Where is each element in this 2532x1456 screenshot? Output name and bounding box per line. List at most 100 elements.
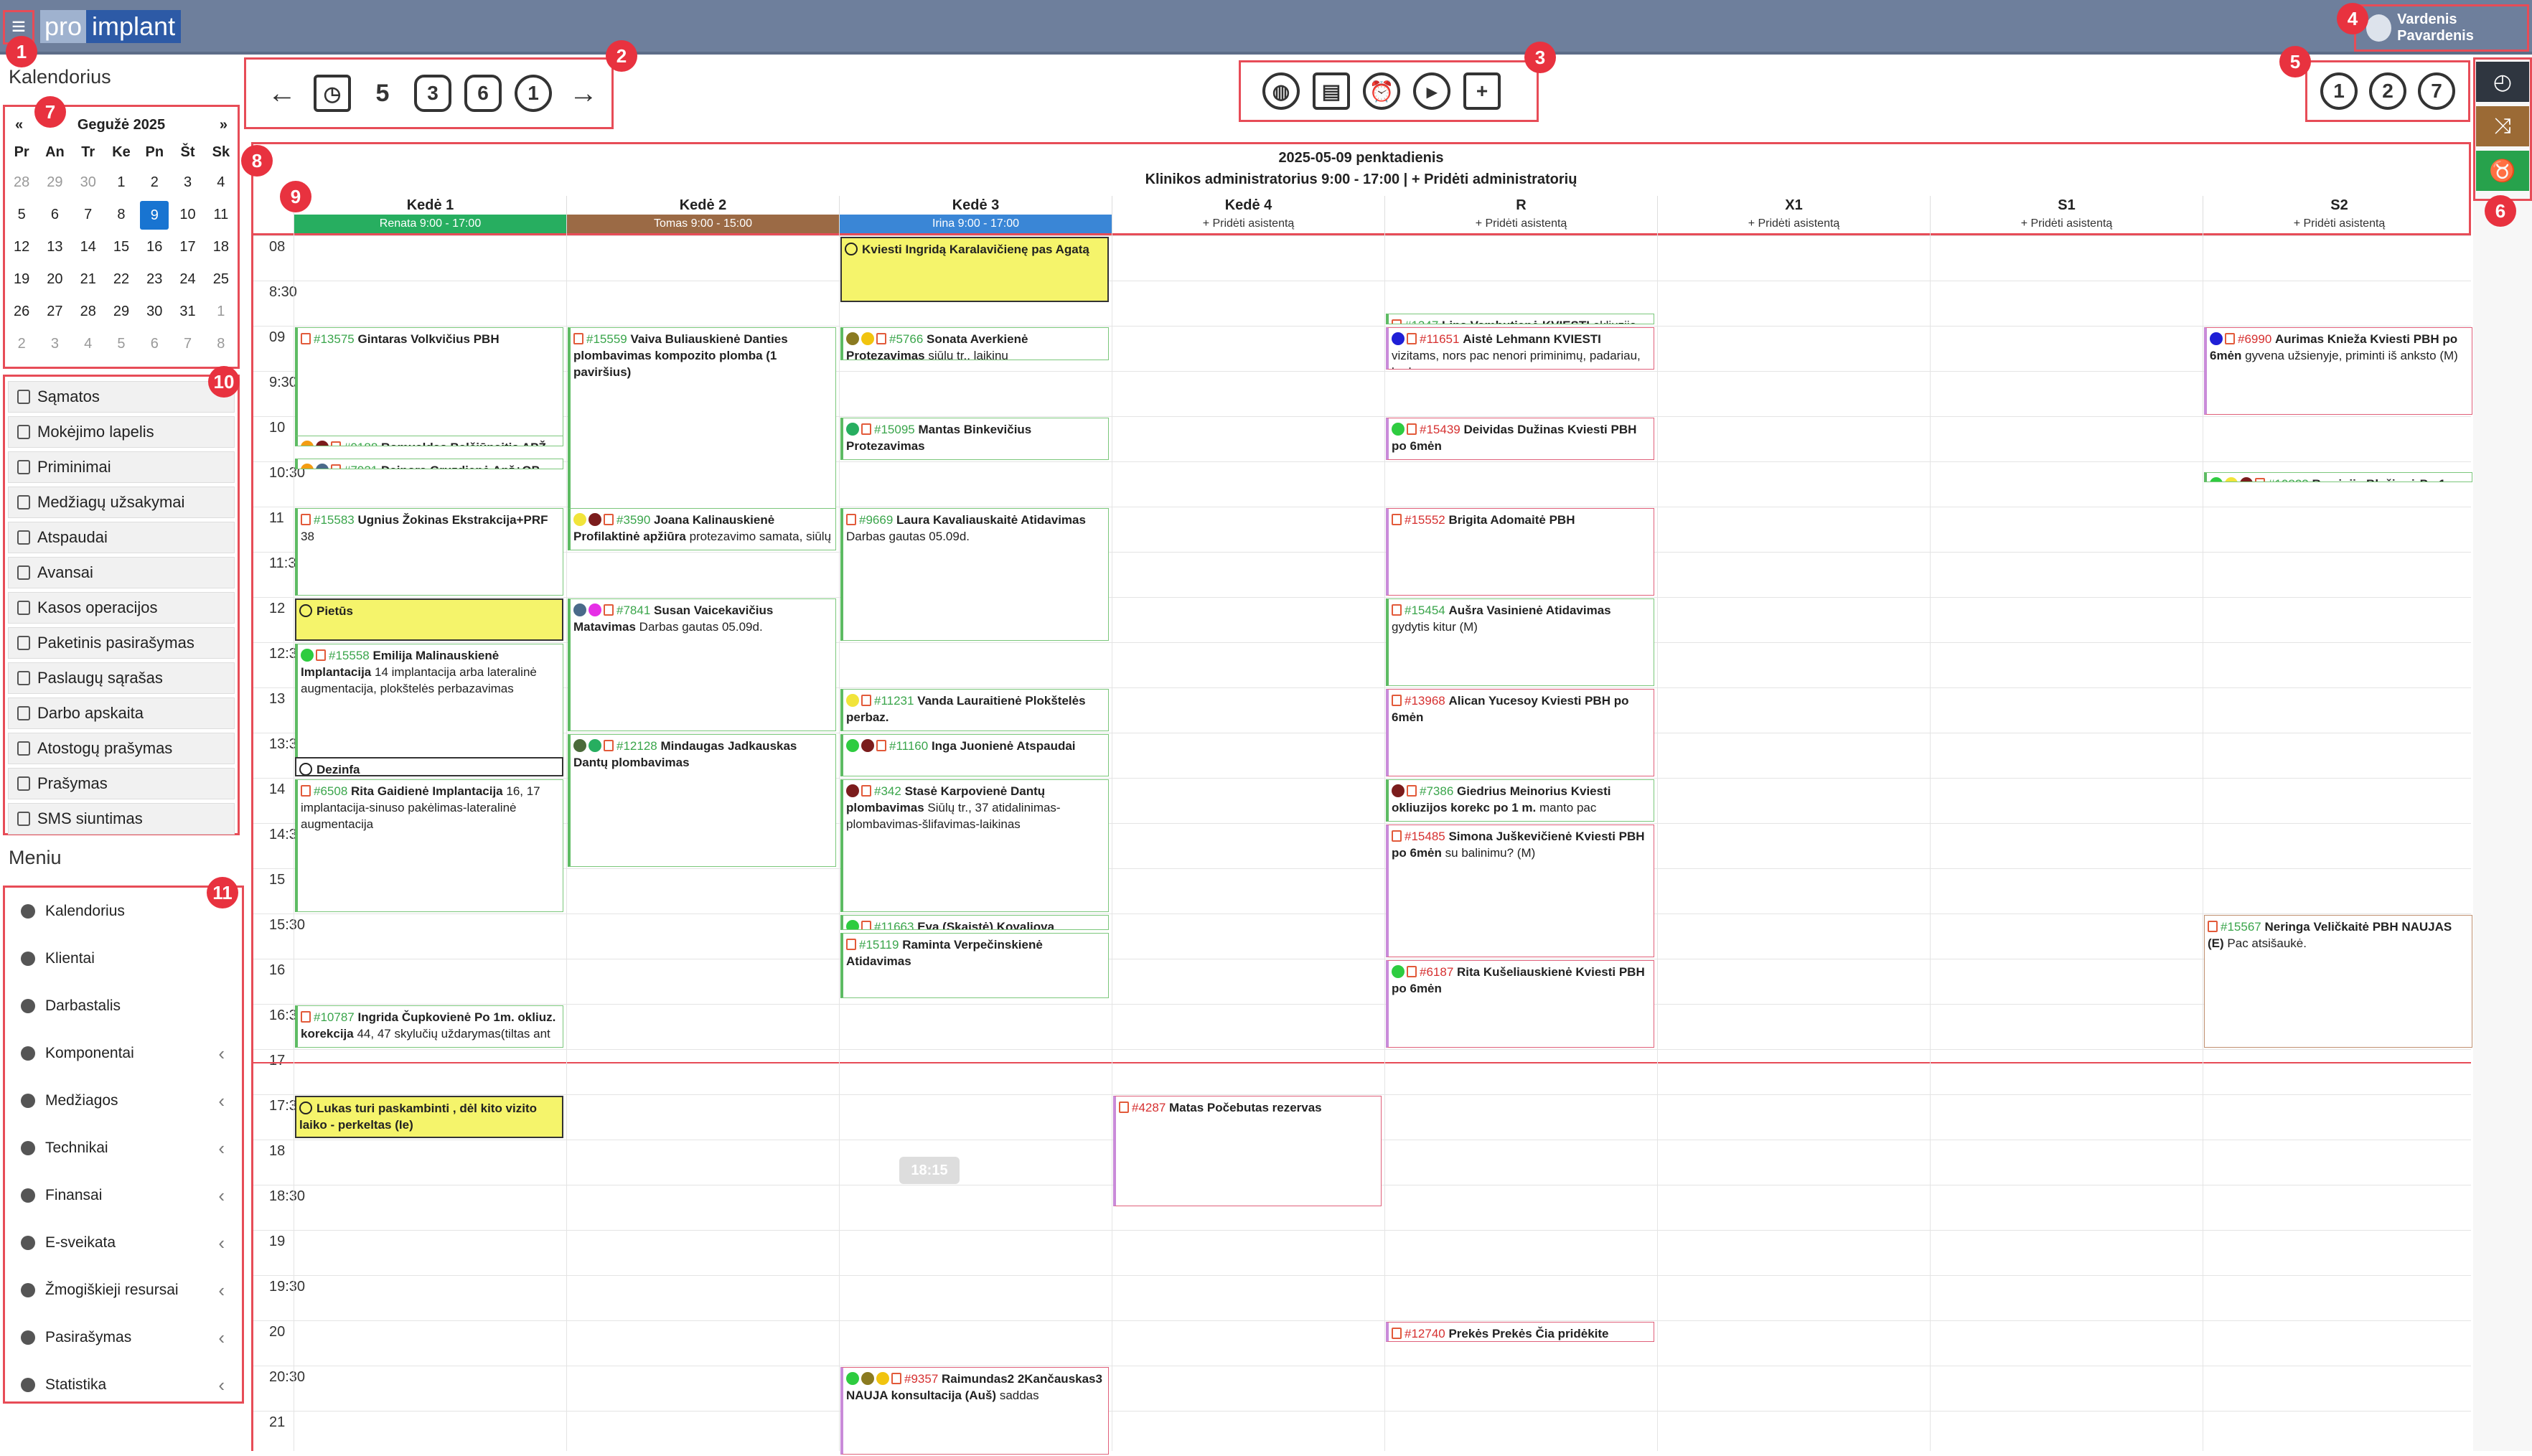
calendar-day[interactable]: 10 [171, 199, 204, 231]
appointment[interactable]: #15439 Deividas Dužinas Kviesti PBH po 6… [1386, 418, 1654, 460]
calendar-day[interactable]: 19 [5, 263, 38, 296]
appointment[interactable]: #15559 Vaiva Buliauskienė Danties plomba… [568, 327, 836, 524]
calendar-day[interactable]: 21 [72, 263, 105, 296]
menu-item[interactable]: Finansai ‹ [5, 1172, 242, 1219]
appointment[interactable]: #4287 Matas Počebutas rezervas [1113, 1096, 1382, 1206]
view-7-button[interactable]: 7 [2418, 72, 2455, 110]
appointment[interactable]: #9669 Laura Kavaliauskaitė Atidavimas Da… [840, 508, 1109, 641]
appointment-id[interactable]: #11231 [874, 694, 914, 708]
tooth-icon[interactable]: ♉ [2476, 151, 2529, 191]
appointment[interactable]: #1347 Lina Vambutienė KVIESTI okliuzija … [1386, 314, 1654, 324]
calendar-day[interactable]: 24 [171, 263, 204, 296]
clock-icon[interactable]: ◷ [314, 75, 351, 112]
appointment[interactable]: #342 Stasė Karpovienė Dantų plombavimas … [840, 779, 1109, 912]
appointment-id[interactable]: #11663 [874, 920, 914, 929]
appointment[interactable]: #5766 Sonata Averkienė Protezavimas siūl… [840, 327, 1109, 361]
clipboard-add-icon[interactable]: + [1463, 72, 1501, 110]
calendar-day[interactable]: 8 [205, 328, 238, 360]
days-5-button[interactable]: 5 [364, 75, 401, 112]
menu-item[interactable]: Komponentai ‹ [5, 1030, 242, 1077]
appointment[interactable]: #12740 Prekės Prekės Čia pridėkite [1386, 1322, 1654, 1342]
appointment[interactable]: #15552 Brigita Adomaitė PBH [1386, 508, 1654, 596]
calendar-day[interactable]: 11 [205, 199, 238, 231]
days-1-button[interactable]: 1 [515, 75, 552, 112]
calendar-day[interactable]: 9 [138, 199, 171, 231]
calendar-day[interactable]: 3 [38, 328, 71, 360]
appointment-id[interactable]: #15119 [859, 938, 899, 952]
appointment[interactable]: Dezinfa [295, 756, 563, 776]
calendar-day[interactable]: 6 [138, 328, 171, 360]
calendar-day[interactable]: 5 [5, 199, 38, 231]
calendar-day[interactable]: 28 [5, 166, 38, 199]
column-assistant[interactable]: + Pridėti asistentą [1385, 215, 1657, 233]
calendar-day[interactable]: 29 [105, 296, 138, 328]
quick-item[interactable]: Prašymas [8, 768, 235, 799]
calendar-day[interactable]: 7 [72, 199, 105, 231]
calendar-day[interactable]: 6 [38, 199, 71, 231]
quick-item[interactable]: SMS siuntimas [8, 803, 235, 835]
appointment[interactable]: #7841 Susan Vaicekavičius Matavimas Darb… [568, 598, 836, 731]
calendar-day[interactable]: 20 [38, 263, 71, 296]
appointment[interactable]: #11663 Eva (Skaistė) Kovaliova [840, 915, 1109, 931]
days-3-button[interactable]: 3 [414, 75, 451, 112]
appointment-id[interactable]: #7921 [344, 464, 378, 469]
appointment[interactable]: Lukas turi paskambinti , dėl kito vizito… [295, 1096, 563, 1138]
appointment[interactable]: #7386 Giedrius Meinorius Kviesti okliuzi… [1386, 779, 1654, 822]
appointment-id[interactable]: #15559 [586, 332, 627, 346]
column-assistant[interactable]: Renata 9:00 - 17:00 [294, 215, 566, 233]
appointment[interactable]: Pietūs [295, 598, 563, 641]
calendar-day[interactable]: 22 [105, 263, 138, 296]
column-assistant[interactable]: + Pridėti asistentą [1931, 215, 2203, 233]
calendar-day[interactable]: 25 [205, 263, 238, 296]
user-menu[interactable]: Vardenis Pavardenis [2354, 4, 2529, 52]
prev-month-button[interactable]: « [15, 117, 23, 133]
appointment-id[interactable]: #9669 [859, 513, 893, 527]
appointment[interactable]: #3590 Joana Kalinauskienė Profilaktinė a… [568, 508, 836, 550]
history-icon[interactable]: ◴ [2476, 62, 2529, 102]
appointment-id[interactable]: #12740 [1405, 1327, 1445, 1340]
appointment[interactable]: #6508 Rita Gaidienė Implantacija 16, 17 … [295, 779, 563, 912]
appointment[interactable]: #13575 Gintaras Volkvičius PBH [295, 327, 563, 442]
column-assistant[interactable]: + Pridėti asistentą [1658, 215, 1930, 233]
calendar-day[interactable]: 14 [72, 231, 105, 263]
appointment[interactable]: #6187 Rita Kušeliauskienė Kviesti PBH po… [1386, 960, 1654, 1048]
appointment[interactable]: #6990 Aurimas Knieža Kviesti PBH po 6mėn… [2204, 327, 2472, 415]
column-assistant[interactable]: + Pridėti asistentą [1112, 215, 1384, 233]
appointment[interactable]: #9357 Raimundas2 2Kančauskas3 NAUJA kons… [840, 1367, 1109, 1455]
appointment[interactable]: #15567 Neringa Veličkaitė PBH NAUJAS (E)… [2204, 915, 2472, 1048]
view-2-button[interactable]: 2 [2369, 72, 2406, 110]
calendar-day[interactable]: 3 [171, 166, 204, 199]
alarm-clock-icon[interactable]: ⏰ [1363, 72, 1400, 110]
quick-item[interactable]: Medžiagų užsakymai [8, 487, 235, 518]
calendar-day[interactable]: 4 [72, 328, 105, 360]
appointment-id[interactable]: #15552 [1405, 513, 1445, 527]
appointment-id[interactable]: #15485 [1405, 830, 1445, 843]
appointment-id[interactable]: #4287 [1132, 1101, 1166, 1114]
calendar-day[interactable]: 8 [105, 199, 138, 231]
calendar-day[interactable]: 15 [105, 231, 138, 263]
appointment-id[interactable]: #13575 [314, 332, 355, 346]
appointment-id[interactable]: #15454 [1405, 603, 1445, 617]
appointment[interactable]: #9188 Romualdas Balčiūnaitis APŽ. [295, 436, 563, 447]
globe-icon[interactable]: ◍ [1262, 72, 1300, 110]
appointment-id[interactable]: #6187 [1420, 965, 1453, 979]
menu-item[interactable]: Žmogiškieji resursai ‹ [5, 1267, 242, 1314]
clock-play-icon[interactable]: ▸ [1413, 72, 1450, 110]
quick-item[interactable]: Paslaugų sąrašas [8, 662, 235, 694]
appointment-id[interactable]: #15558 [329, 649, 370, 662]
briefcase-icon[interactable]: ▤ [1313, 72, 1350, 110]
calendar-day[interactable]: 26 [5, 296, 38, 328]
appointment-id[interactable]: #9357 [904, 1372, 938, 1386]
appointment-id[interactable]: #11160 [889, 739, 928, 753]
calendar-day[interactable]: 29 [38, 166, 71, 199]
quick-item[interactable]: Kasos operacijos [8, 592, 235, 624]
calendar-day[interactable]: 27 [38, 296, 71, 328]
calendar-day[interactable]: 12 [5, 231, 38, 263]
appointment[interactable]: #15485 Simona Juškevičienė Kviesti PBH p… [1386, 825, 1654, 957]
appointment[interactable]: #11160 Inga Juonienė Atspaudai [840, 734, 1109, 776]
quick-item[interactable]: Darbo apskaita [8, 698, 235, 729]
appointment-id[interactable]: #9188 [344, 441, 378, 446]
calendar-day[interactable]: 2 [138, 166, 171, 199]
appointment[interactable]: #12128 Mindaugas Jadkauskas Dantų plomba… [568, 734, 836, 867]
quick-item[interactable]: Atspaudai [8, 522, 235, 553]
